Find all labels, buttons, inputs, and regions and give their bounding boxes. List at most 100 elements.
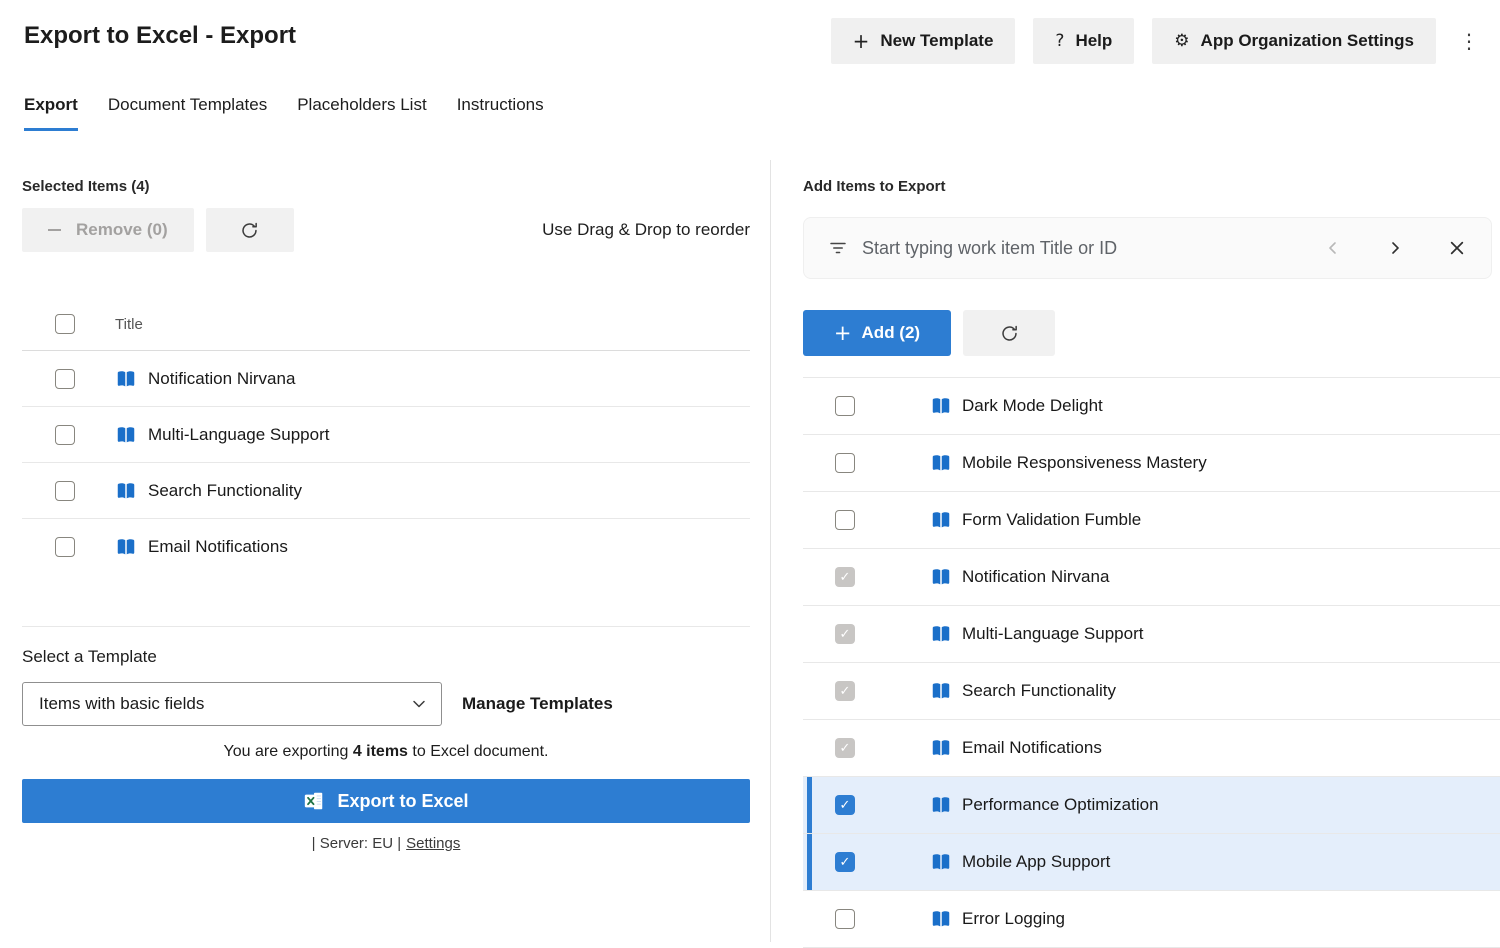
- refresh-icon: [240, 221, 259, 240]
- row-checkbox[interactable]: [835, 396, 855, 416]
- check-icon: ✓: [840, 628, 851, 641]
- row-checkbox[interactable]: ✓: [835, 852, 855, 872]
- table-bottom-spacer: [22, 575, 750, 627]
- work-item-row[interactable]: Dark Mode Delight: [803, 378, 1500, 435]
- app-organization-settings-label: App Organization Settings: [1201, 31, 1414, 51]
- row-checkbox[interactable]: [55, 369, 75, 389]
- work-item-title: Email Notifications: [148, 537, 288, 557]
- next-result-button[interactable]: [1381, 231, 1409, 265]
- book-icon: [930, 623, 952, 645]
- search-nav: [1319, 231, 1471, 265]
- plus-icon: +: [853, 29, 870, 53]
- drag-drop-hint: Use Drag & Drop to reorder: [542, 220, 750, 240]
- work-item-title: Notification Nirvana: [148, 369, 295, 389]
- tab-placeholders-list[interactable]: Placeholders List: [297, 95, 426, 131]
- minus-icon: [48, 229, 61, 231]
- work-item-title: Notification Nirvana: [962, 567, 1109, 587]
- template-select[interactable]: Items with basic fields: [22, 682, 442, 726]
- search-input[interactable]: [862, 238, 1295, 259]
- chevron-left-icon: [1325, 240, 1341, 256]
- title-column-header: Title: [115, 316, 143, 333]
- more-options-button[interactable]: ⋮: [1454, 18, 1484, 64]
- work-item-row[interactable]: Mobile Responsiveness Mastery: [803, 435, 1500, 492]
- check-icon: ✓: [840, 799, 851, 812]
- row-checkbox[interactable]: ✓: [835, 795, 855, 815]
- select-all-checkbox[interactable]: [55, 314, 75, 334]
- table-row[interactable]: Multi-Language Support: [22, 407, 750, 463]
- book-icon: [930, 566, 952, 588]
- excel-icon: [303, 790, 325, 812]
- refresh-selected-button[interactable]: [206, 208, 294, 252]
- new-template-button[interactable]: + New Template: [831, 18, 1016, 64]
- export-to-excel-button[interactable]: Export to Excel: [22, 779, 750, 823]
- settings-link[interactable]: Settings: [406, 835, 460, 852]
- work-item-title: Mobile Responsiveness Mastery: [962, 453, 1207, 473]
- work-item-row[interactable]: ✓ Multi-Language Support: [803, 606, 1500, 663]
- work-item-row-selected[interactable]: ✓ Performance Optimization: [803, 777, 1500, 834]
- check-icon: ✓: [840, 571, 851, 584]
- previous-result-button[interactable]: [1319, 231, 1347, 265]
- page-title: Export to Excel - Export: [24, 22, 296, 50]
- table-row[interactable]: Search Functionality: [22, 463, 750, 519]
- remove-button[interactable]: Remove (0): [22, 208, 194, 252]
- question-icon: ?: [1055, 31, 1064, 51]
- row-checkbox-disabled: ✓: [835, 624, 855, 644]
- work-item-row[interactable]: Error Logging: [803, 891, 1500, 948]
- tab-export[interactable]: Export: [24, 95, 78, 131]
- select-template-label: Select a Template: [22, 647, 750, 667]
- server-info: | Server: EU | Settings: [22, 835, 750, 852]
- chevron-right-icon: [1387, 240, 1403, 256]
- work-item-title: Error Logging: [962, 909, 1065, 929]
- book-icon: [115, 480, 137, 502]
- row-checkbox[interactable]: [835, 453, 855, 473]
- gear-icon: ⚙: [1174, 31, 1189, 51]
- refresh-items-button[interactable]: [963, 310, 1055, 356]
- selected-items-title: Selected Items (4): [22, 178, 750, 195]
- work-item-row-selected[interactable]: ✓ Mobile App Support: [803, 834, 1500, 891]
- work-item-row[interactable]: Form Validation Fumble: [803, 492, 1500, 549]
- row-checkbox[interactable]: [55, 481, 75, 501]
- app-organization-settings-button[interactable]: ⚙ App Organization Settings: [1152, 18, 1436, 64]
- table-row[interactable]: Email Notifications: [22, 519, 750, 575]
- clear-search-button[interactable]: [1443, 231, 1471, 265]
- refresh-icon: [1000, 324, 1019, 343]
- close-icon: [1449, 240, 1465, 256]
- work-item-title: Search Functionality: [148, 481, 302, 501]
- row-checkbox[interactable]: [55, 537, 75, 557]
- table-row[interactable]: Notification Nirvana: [22, 351, 750, 407]
- row-checkbox[interactable]: [835, 909, 855, 929]
- selected-items-table: Title Notification Nirvana Multi-Languag…: [22, 298, 750, 627]
- work-item-row[interactable]: ✓ Notification Nirvana: [803, 549, 1500, 606]
- check-icon: ✓: [840, 742, 851, 755]
- book-icon: [930, 851, 952, 873]
- filter-icon: [828, 238, 848, 258]
- export-button-label: Export to Excel: [337, 791, 468, 812]
- row-checkbox[interactable]: [835, 510, 855, 530]
- header-actions: + New Template ? Help ⚙ App Organization…: [831, 18, 1484, 64]
- work-item-title: Mobile App Support: [962, 852, 1110, 872]
- row-checkbox[interactable]: [55, 425, 75, 445]
- add-button[interactable]: + Add (2): [803, 310, 951, 356]
- work-item-row[interactable]: ✓ Email Notifications: [803, 720, 1500, 777]
- add-toolbar: + Add (2): [803, 310, 1500, 356]
- tab-instructions[interactable]: Instructions: [457, 95, 544, 131]
- tab-document-templates[interactable]: Document Templates: [108, 95, 267, 131]
- help-button[interactable]: ? Help: [1033, 18, 1134, 64]
- manage-templates-button[interactable]: Manage Templates: [462, 694, 613, 714]
- book-icon: [115, 536, 137, 558]
- panel-divider: [770, 160, 771, 942]
- selected-items-toolbar: Remove (0) Use Drag & Drop to reorder: [22, 208, 750, 252]
- book-icon: [930, 395, 952, 417]
- row-checkbox-disabled: ✓: [835, 738, 855, 758]
- book-icon: [930, 794, 952, 816]
- book-icon: [930, 452, 952, 474]
- selected-items-panel: Selected Items (4) Remove (0) Use Drag &…: [22, 178, 750, 852]
- work-item-row[interactable]: ✓ Search Functionality: [803, 663, 1500, 720]
- check-icon: ✓: [840, 685, 851, 698]
- work-item-search-box: [803, 217, 1492, 279]
- book-icon: [930, 737, 952, 759]
- server-text: | Server: EU |: [312, 835, 401, 852]
- work-item-list: Dark Mode Delight Mobile Responsiveness …: [803, 377, 1500, 948]
- remove-label: Remove (0): [76, 220, 168, 240]
- export-summary: You are exporting 4 items to Excel docum…: [22, 743, 750, 761]
